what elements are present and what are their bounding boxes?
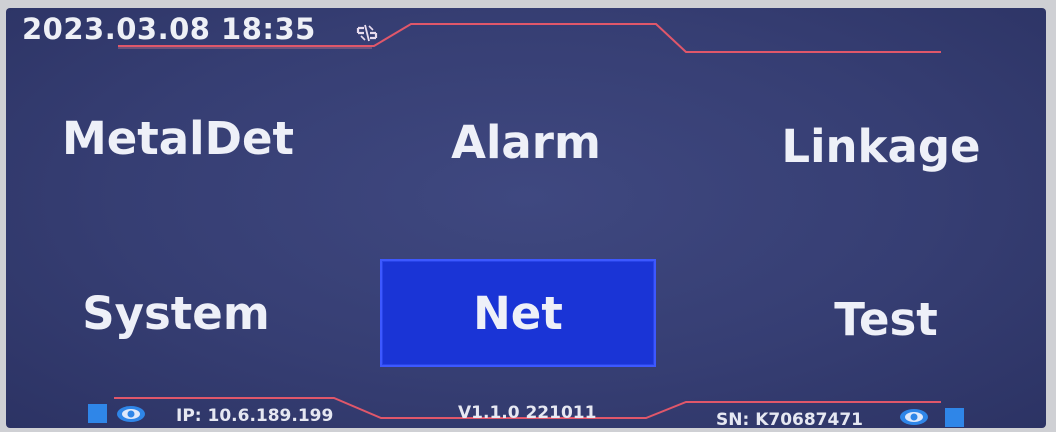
version-text: V1.1.0 221011 (458, 403, 597, 423)
menu-item-test[interactable]: Test (746, 284, 1026, 354)
menu-item-alarm[interactable]: Alarm (386, 107, 666, 177)
menu-item-system[interactable]: System (36, 278, 316, 348)
eye-icon (899, 408, 929, 426)
menu-item-label: Net (473, 286, 563, 340)
datetime-display: 2023.03.08 18:35 (22, 12, 316, 46)
device-screen: 2023.03.08 18:35 MetalDet Alarm Linkage … (6, 8, 1046, 428)
menu-item-label: Test (834, 292, 938, 346)
menu-item-label: MetalDet (62, 111, 294, 165)
menu-item-label: Linkage (781, 119, 981, 173)
menu-item-label: Alarm (451, 115, 601, 169)
menu-item-metaldet[interactable]: MetalDet (28, 103, 328, 173)
status-square-icon (88, 404, 107, 423)
menu-item-net[interactable]: Net (380, 259, 656, 367)
menu-item-label: System (82, 286, 270, 340)
status-square-icon (945, 408, 964, 427)
serial-number: SN: K70687471 (716, 410, 863, 428)
eye-icon (116, 405, 146, 423)
link-broken-icon (354, 22, 380, 44)
ip-address: IP: 10.6.189.199 (176, 406, 334, 426)
menu-item-linkage[interactable]: Linkage (741, 111, 1021, 181)
